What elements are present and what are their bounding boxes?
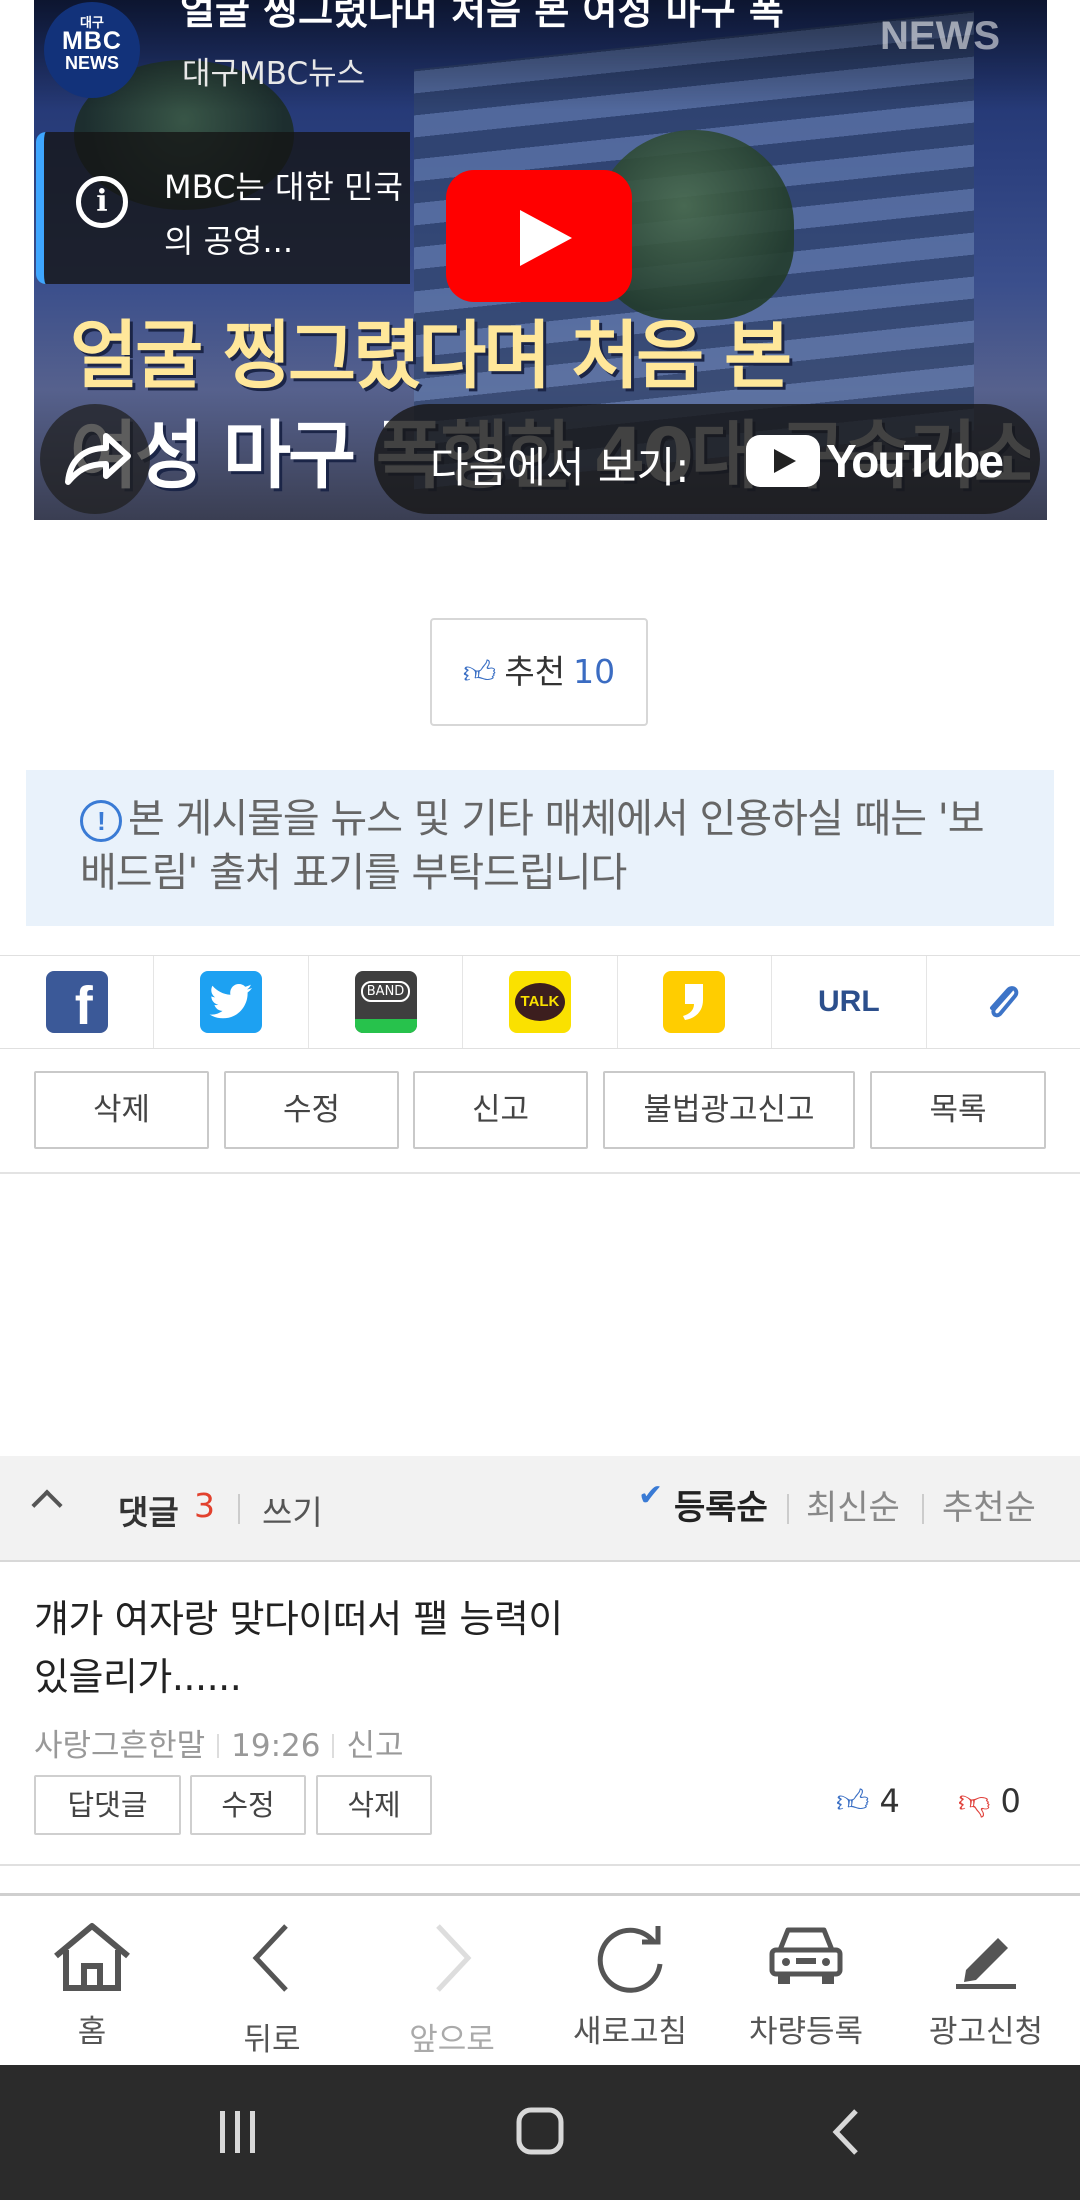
- comment-dislike-count: 0: [1000, 1782, 1021, 1820]
- news-watermark: NEWS: [880, 14, 1000, 58]
- back-button-icon[interactable]: [826, 2105, 866, 2159]
- system-nav-bar: [0, 2065, 1080, 2200]
- youtube-logo: YouTube: [746, 434, 1004, 490]
- home-button-icon[interactable]: [514, 2105, 568, 2159]
- share-kakaotalk[interactable]: TALK: [463, 956, 618, 1048]
- nav-forward-label: 앞으로: [409, 2022, 495, 2058]
- nav-car-register[interactable]: 차량등록: [716, 1896, 896, 2068]
- nav-back-label: 뒤로: [243, 2022, 301, 2058]
- report-button[interactable]: 신고: [413, 1071, 588, 1149]
- kakaotalk-icon: TALK: [508, 971, 571, 1033]
- bottom-nav: 홈 뒤로 앞으로 새로고침 차량등록 광고신청: [0, 1893, 1080, 2068]
- info-card-text: MBC는 대한 민국의 공영...: [164, 168, 403, 260]
- recommend-count: 10: [573, 652, 616, 691]
- info-icon: i: [76, 176, 128, 228]
- nav-home[interactable]: 홈: [2, 1896, 182, 2068]
- notice-text: 본 게시물을 뉴스 및 기타 매체에서 인용하실 때는 '보배드림' 출처 표기…: [80, 796, 985, 896]
- comment-label: 댓글: [118, 1493, 179, 1532]
- kakaostory-icon: [663, 971, 726, 1033]
- share-band[interactable]: BAND: [309, 956, 464, 1048]
- channel-logo-line: NEWS: [65, 53, 119, 73]
- share-facebook[interactable]: f: [0, 956, 155, 1048]
- comment-text: 걔가 여자랑 맞다이떠서 팰 능력이 있을리가......: [34, 1597, 563, 1699]
- comment-like-button[interactable]: 👍︎ 4: [836, 1782, 900, 1821]
- comment-meta: 사랑그흔한말 19:26 신고: [34, 1720, 404, 1765]
- nav-refresh[interactable]: 새로고침: [540, 1896, 720, 2068]
- nav-ad-apply[interactable]: 광고신청: [896, 1896, 1076, 2068]
- channel-name[interactable]: 대구MBC뉴스: [182, 48, 365, 93]
- band-icon: BAND: [354, 971, 417, 1033]
- comment-time: 19:26: [231, 1728, 321, 1764]
- reply-button[interactable]: 답댓글: [34, 1775, 181, 1835]
- comment-count: 3: [194, 1486, 215, 1525]
- nav-ad-apply-label: 광고신청: [928, 2014, 1044, 2050]
- sort-registered[interactable]: 등록순: [674, 1480, 768, 1529]
- watch-on-label: 다음에서 보기:: [430, 443, 690, 492]
- divider: [0, 1864, 1080, 1866]
- url-icon: URL: [817, 985, 880, 1018]
- citation-notice: ! 본 게시물을 뉴스 및 기타 매체에서 인용하실 때는 '보배드림' 출처 표…: [26, 770, 1054, 926]
- recent-apps-icon[interactable]: [214, 2107, 262, 2157]
- comment-delete-button[interactable]: 삭제: [316, 1775, 432, 1835]
- share-url[interactable]: URL: [772, 956, 927, 1048]
- chevron-left-icon: [252, 1924, 288, 1992]
- video-title[interactable]: 얼굴 찡그렸다며 처음 본 여성 마구 폭: [180, 0, 1000, 35]
- watch-on-youtube-button[interactable]: 다음에서 보기: YouTube: [374, 404, 1040, 514]
- play-icon: [520, 210, 572, 266]
- refresh-icon: [597, 1926, 663, 1993]
- twitter-icon: [200, 971, 263, 1033]
- comment-author[interactable]: 사랑그흔한말: [34, 1728, 205, 1764]
- thumbs-up-icon: 👍︎: [462, 653, 497, 691]
- play-button[interactable]: [446, 170, 632, 302]
- share-twitter[interactable]: [154, 956, 309, 1048]
- channel-logo[interactable]: 대구 MBC NEWS: [44, 2, 140, 98]
- edit-button[interactable]: 수정: [224, 1071, 399, 1149]
- separator: [922, 1494, 924, 1524]
- recommend-button[interactable]: 👍︎ 추천 10: [430, 618, 648, 726]
- nav-car-register-label: 차량등록: [748, 2014, 864, 2050]
- list-button[interactable]: 목록: [870, 1071, 1046, 1149]
- chevron-up-icon[interactable]: [31, 1489, 63, 1521]
- nav-home-label: 홈: [77, 2014, 107, 2050]
- ad-area: [0, 1174, 1080, 1454]
- chevron-right-icon: [436, 1924, 472, 1992]
- comment-dislike-button[interactable]: 👎︎ 0: [958, 1782, 1021, 1821]
- delete-button[interactable]: 삭제: [34, 1071, 209, 1149]
- youtube-wordmark: YouTube: [826, 435, 1004, 487]
- checkmark-icon: ✔: [638, 1478, 664, 1513]
- channel-logo-line: MBC: [62, 27, 122, 55]
- nav-refresh-label: 새로고침: [572, 2014, 688, 2050]
- illegal-ad-report-button[interactable]: 불법광고신고: [603, 1071, 855, 1149]
- share-arrow-icon: [65, 433, 131, 485]
- share-clip[interactable]: [927, 956, 1080, 1048]
- nav-back[interactable]: 뒤로: [182, 1896, 362, 2068]
- nav-forward[interactable]: 앞으로: [362, 1896, 542, 2068]
- paperclip-icon: [990, 986, 1019, 1018]
- separator: [787, 1494, 789, 1524]
- video-headline-line1: 얼굴 찡그렸다며 처음 본: [70, 313, 792, 399]
- comment-report-link[interactable]: 신고: [346, 1728, 403, 1764]
- comment-like-count: 4: [879, 1782, 900, 1820]
- sort-recommended[interactable]: 추천순: [942, 1480, 1036, 1529]
- facebook-icon: f: [45, 971, 108, 1033]
- comment-edit-button[interactable]: 수정: [190, 1775, 306, 1835]
- share-bar: f BAND TALK URL: [0, 955, 1080, 1049]
- home-icon: [54, 1923, 130, 1991]
- separator: [238, 1494, 240, 1524]
- info-card[interactable]: i MBC는 대한 민국의 공영...: [36, 132, 410, 284]
- share-kakaostory[interactable]: [618, 956, 773, 1048]
- comment-header: 댓글 3 쓰기 ✔ 등록순 최신순 추천순: [0, 1456, 1080, 1562]
- pencil-icon: [956, 1938, 1016, 1989]
- write-comment-link[interactable]: 쓰기: [262, 1486, 323, 1534]
- thumbs-up-icon: 👍︎: [836, 1782, 870, 1820]
- thumbs-down-icon: 👎︎: [958, 1782, 991, 1820]
- car-icon: [769, 1927, 843, 1984]
- sort-latest[interactable]: 최신순: [806, 1480, 900, 1529]
- video-share-button[interactable]: [40, 404, 150, 514]
- recommend-label: 추천: [504, 652, 566, 691]
- exclamation-icon: !: [80, 800, 122, 842]
- channel-logo-line: 대구: [80, 15, 104, 30]
- youtube-play-icon: [746, 435, 820, 487]
